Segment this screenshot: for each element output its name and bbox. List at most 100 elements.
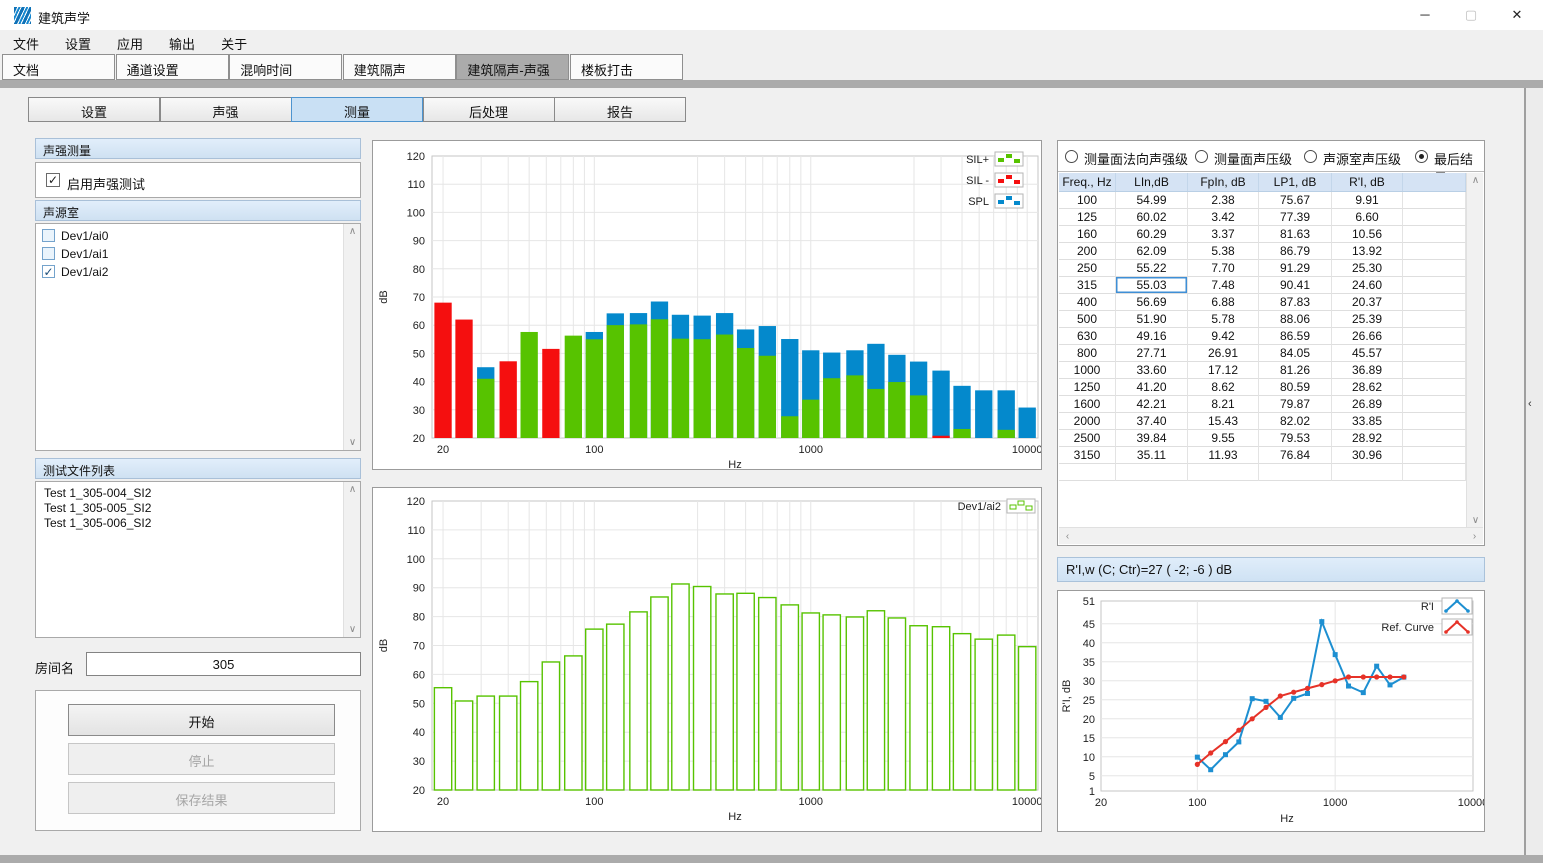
table-cell[interactable] — [1403, 226, 1466, 243]
table-cell[interactable]: 84.05 — [1259, 345, 1332, 362]
main-tab-3[interactable]: 建筑隔声 — [343, 54, 456, 80]
table-cell[interactable]: 10.56 — [1332, 226, 1403, 243]
scroll-up-icon[interactable]: ∧ — [344, 482, 361, 497]
table-cell[interactable]: 3150 — [1059, 447, 1116, 464]
file-list-scrollbar[interactable]: ∧ ∨ — [343, 482, 360, 637]
table-cell[interactable]: 49.16 — [1116, 328, 1188, 345]
table-cell[interactable] — [1403, 464, 1466, 481]
table-cell[interactable]: 800 — [1059, 345, 1116, 362]
table-cell[interactable] — [1403, 277, 1466, 294]
table-cell[interactable]: 55.03 — [1116, 277, 1188, 294]
table-cell[interactable]: 45.57 — [1332, 345, 1403, 362]
sub-tab-1[interactable]: 声强 — [160, 97, 292, 122]
channel-checkbox[interactable] — [42, 247, 55, 260]
scroll-left-icon[interactable]: ‹ — [1059, 529, 1076, 544]
table-cell[interactable]: 42.21 — [1116, 396, 1188, 413]
table-cell[interactable]: 35.11 — [1116, 447, 1188, 464]
scroll-right-icon[interactable]: › — [1466, 529, 1483, 544]
menu-item-0[interactable]: 文件 — [0, 30, 52, 54]
table-cell[interactable]: 37.40 — [1116, 413, 1188, 430]
table-cell[interactable]: 1000 — [1059, 362, 1116, 379]
scroll-down-icon[interactable]: ∨ — [344, 622, 361, 637]
table-cell[interactable]: 79.53 — [1259, 430, 1332, 447]
channel-item-0[interactable]: Dev1/ai0 — [36, 227, 360, 245]
table-cell[interactable]: 51.90 — [1116, 311, 1188, 328]
table-cell[interactable]: 79.87 — [1259, 396, 1332, 413]
main-tab-4[interactable]: 建筑隔声-声强 — [456, 54, 569, 80]
table-cell[interactable]: 6.88 — [1188, 294, 1259, 311]
table-cell[interactable]: 20.37 — [1332, 294, 1403, 311]
main-tab-2[interactable]: 混响时间 — [229, 54, 342, 80]
table-cell[interactable]: 75.67 — [1259, 192, 1332, 209]
table-cell[interactable]: 400 — [1059, 294, 1116, 311]
table-cell[interactable] — [1403, 379, 1466, 396]
table-cell[interactable]: 30.96 — [1332, 447, 1403, 464]
channel-checkbox[interactable]: ✓ — [42, 265, 55, 278]
table-cell[interactable]: 80.59 — [1259, 379, 1332, 396]
table-cell[interactable]: 26.66 — [1332, 328, 1403, 345]
maximize-button[interactable]: ▢ — [1448, 0, 1494, 30]
table-cell[interactable]: 82.02 — [1259, 413, 1332, 430]
room-name-input[interactable]: 305 — [86, 652, 361, 676]
sub-tab-4[interactable]: 报告 — [554, 97, 686, 122]
table-cell[interactable]: 5.78 — [1188, 311, 1259, 328]
table-cell[interactable]: 7.70 — [1188, 260, 1259, 277]
sub-tab-2[interactable]: 测量 — [291, 97, 423, 122]
file-item-0[interactable]: Test 1_305-004_SI2 — [36, 486, 360, 501]
close-button[interactable]: ✕ — [1494, 0, 1540, 30]
table-cell[interactable]: 56.69 — [1116, 294, 1188, 311]
table-cell[interactable] — [1403, 294, 1466, 311]
table-cell[interactable]: 26.91 — [1188, 345, 1259, 362]
minimize-button[interactable]: ─ — [1402, 0, 1448, 30]
sub-tab-3[interactable]: 后处理 — [423, 97, 555, 122]
file-item-1[interactable]: Test 1_305-005_SI2 — [36, 501, 360, 516]
table-cell[interactable]: 315 — [1059, 277, 1116, 294]
table-cell[interactable]: 7.48 — [1188, 277, 1259, 294]
table-cell[interactable] — [1259, 464, 1332, 481]
table-cell[interactable]: 39.84 — [1116, 430, 1188, 447]
table-cell[interactable] — [1403, 430, 1466, 447]
table-cell[interactable]: 33.85 — [1332, 413, 1403, 430]
table-cell[interactable] — [1116, 464, 1188, 481]
table-cell[interactable]: 500 — [1059, 311, 1116, 328]
enable-intensity-checkbox[interactable]: ✓ — [46, 173, 60, 187]
menu-item-2[interactable]: 应用 — [104, 30, 156, 54]
start-button[interactable]: 开始 — [68, 704, 335, 736]
radio-1[interactable] — [1195, 150, 1208, 163]
table-cell[interactable] — [1403, 243, 1466, 260]
table-cell[interactable]: 13.92 — [1332, 243, 1403, 260]
table-cell[interactable]: 8.21 — [1188, 396, 1259, 413]
table-cell[interactable]: 9.55 — [1188, 430, 1259, 447]
scroll-down-icon[interactable]: ∨ — [1467, 513, 1484, 528]
radio-3[interactable] — [1415, 150, 1428, 163]
table-cell[interactable]: 41.20 — [1116, 379, 1188, 396]
table-cell[interactable]: 125 — [1059, 209, 1116, 226]
menu-item-4[interactable]: 关于 — [208, 30, 260, 54]
table-cell[interactable]: 91.29 — [1259, 260, 1332, 277]
main-tab-0[interactable]: 文档 — [2, 54, 115, 80]
table-cell[interactable] — [1403, 260, 1466, 277]
table-cell[interactable]: 60.29 — [1116, 226, 1188, 243]
menu-item-3[interactable]: 输出 — [156, 30, 208, 54]
table-cell[interactable] — [1403, 311, 1466, 328]
table-cell[interactable]: 160 — [1059, 226, 1116, 243]
channel-list-scrollbar[interactable]: ∧ ∨ — [343, 224, 360, 450]
table-cell[interactable]: 3.37 — [1188, 226, 1259, 243]
table-cell[interactable] — [1403, 192, 1466, 209]
table-cell[interactable]: 100 — [1059, 192, 1116, 209]
table-vscrollbar[interactable]: ∧ ∨ — [1466, 173, 1483, 528]
table-cell[interactable] — [1403, 328, 1466, 345]
radio-2[interactable] — [1304, 150, 1317, 163]
table-cell[interactable]: 77.39 — [1259, 209, 1332, 226]
table-cell[interactable]: 24.60 — [1332, 277, 1403, 294]
table-cell[interactable]: 5.38 — [1188, 243, 1259, 260]
save-result-button[interactable]: 保存结果 — [68, 782, 335, 814]
scroll-up-icon[interactable]: ∧ — [1467, 173, 1484, 188]
table-cell[interactable]: 36.89 — [1332, 362, 1403, 379]
table-cell[interactable] — [1332, 464, 1403, 481]
channel-checkbox[interactable] — [42, 229, 55, 242]
table-cell[interactable]: 28.92 — [1332, 430, 1403, 447]
menu-item-1[interactable]: 设置 — [52, 30, 104, 54]
table-cell[interactable]: 86.59 — [1259, 328, 1332, 345]
table-cell[interactable]: 25.39 — [1332, 311, 1403, 328]
